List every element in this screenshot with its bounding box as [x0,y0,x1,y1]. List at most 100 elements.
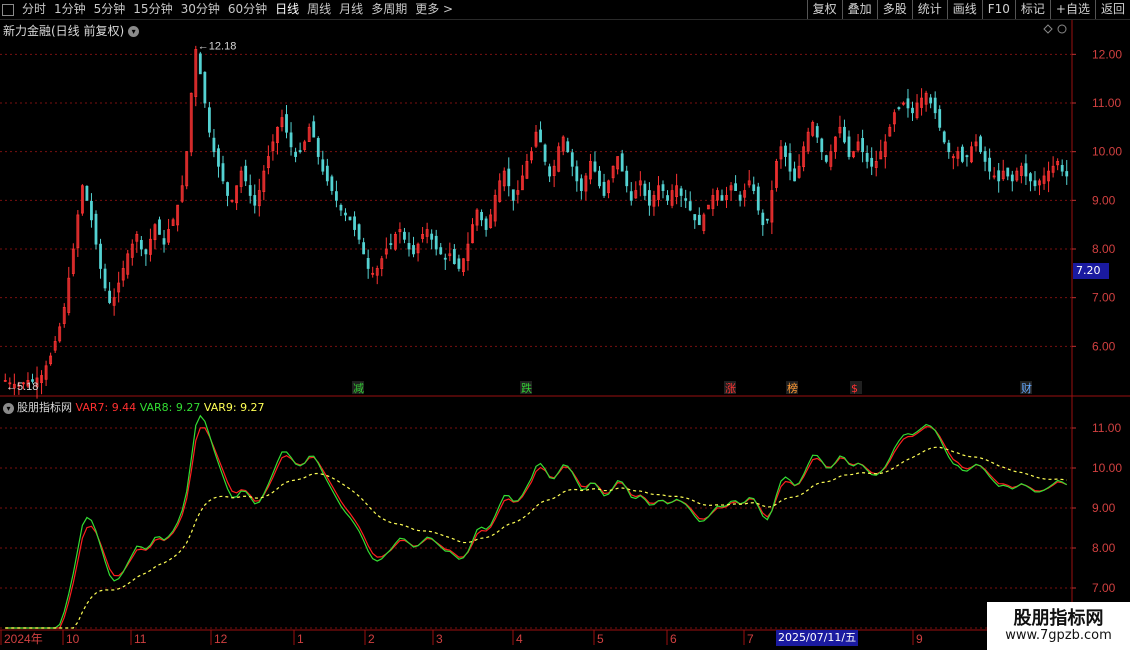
candle-body [843,126,846,143]
var8-line [5,414,1068,629]
candle-body [988,157,992,172]
candle-body [788,153,792,172]
candle-body [1060,164,1064,172]
candle-body [452,249,456,264]
candle-body [1029,173,1032,182]
candle-body [221,163,225,182]
candle-body [144,249,148,255]
candle-body [933,97,937,114]
candle-body [942,131,946,143]
candle-body [484,218,488,230]
time-axis-label: 5 [597,632,604,646]
candle-body [344,212,347,216]
candle-body [897,107,901,110]
candle-body [734,183,737,192]
candle-body [85,185,89,201]
candle-body [820,138,824,153]
candle-body [602,181,606,196]
candle-body [824,155,828,162]
circle-icon [1057,24,1067,34]
candle-body [815,126,819,138]
candle-body [1033,180,1037,187]
candle-body [738,194,742,201]
candle-body [575,166,579,182]
candle-body [103,268,107,289]
time-axis-label: 1 [297,632,304,646]
candle-body [294,151,297,157]
time-axis-label: 6 [670,632,677,646]
candle-body [979,136,982,153]
candle-body [765,218,769,221]
candle-body [593,161,597,172]
candle-body [865,153,869,162]
candle-body [548,166,552,177]
candle-body [226,182,229,196]
candle-body [158,219,161,235]
candle-body [321,159,325,172]
time-axis-label: 2024年 [4,632,43,646]
candle-body [357,224,361,240]
candle-body [870,157,874,167]
indicator-title: ▾ 股朋指标网 VAR7: 9.44 VAR8: 9.27 VAR9: 9.27 [3,399,265,415]
candle-body [248,185,252,196]
candle-body [99,243,102,269]
candle-body [162,238,166,245]
event-marker: 榜 [787,381,798,395]
candle-body [430,233,434,240]
candle-body [312,121,316,138]
candle-body [543,144,547,162]
candle-body [793,168,796,182]
time-axis-label: 7 [747,632,754,646]
candle-body [761,212,765,226]
event-marker: 减 [353,382,364,395]
indicator-tick-label: 9.00 [1092,501,1116,515]
candle-body [947,142,951,153]
candle-body [289,132,293,148]
candle-body [339,204,343,211]
event-marker: 跌 [521,381,532,395]
candle-body [403,231,406,240]
price-tick-label: 8.00 [1092,242,1116,256]
candle-body [412,245,415,255]
candle-body [579,178,583,192]
candle-body [217,148,220,167]
current-price-tag: 7.20 [1073,263,1109,279]
candle-body [325,165,329,182]
candle-body [847,136,851,157]
candle-body [434,235,438,250]
candle-body [861,138,865,153]
candle-body [298,150,302,153]
chevron-down-icon[interactable]: ▾ [3,402,14,414]
time-axis-label: 2 [368,632,375,646]
candle-body [625,170,629,187]
candle-body [643,183,647,196]
candle-body [983,151,987,162]
candle-body [1024,163,1028,177]
candle-body [752,184,756,191]
candle-body [330,176,334,192]
indicator-tick-label: 8.00 [1092,541,1116,555]
candle-body [539,129,542,143]
indicator-tick-label: 10.00 [1092,461,1122,475]
candle-body [693,214,697,221]
candle-body [207,107,211,133]
price-tick-label: 9.00 [1092,193,1116,207]
low-price-label: ←5.18 [6,381,38,393]
candle-body [212,137,216,153]
candle-body [679,188,683,196]
candle-body [1006,167,1010,177]
time-axis-label: 12 [214,632,228,646]
price-tick-label: 10.00 [1092,145,1122,159]
watermark: 股朋指标网 www.7gpzb.com [987,602,1130,650]
candle-body [784,145,787,157]
candle-body [620,153,624,172]
candle-body [566,141,570,153]
candle-body [688,201,692,211]
price-tick-label: 12.00 [1092,47,1122,61]
candle-body [507,168,511,187]
candle-body [756,186,760,211]
candle-body [407,243,411,250]
price-tick-label: 11.00 [1092,96,1121,110]
candle-body [511,189,515,201]
kline-chart[interactable]: 12.00 11.00 10.00 9.00 8.00 7.00 6.00 ←12.18 ←5.… [0,0,1130,650]
